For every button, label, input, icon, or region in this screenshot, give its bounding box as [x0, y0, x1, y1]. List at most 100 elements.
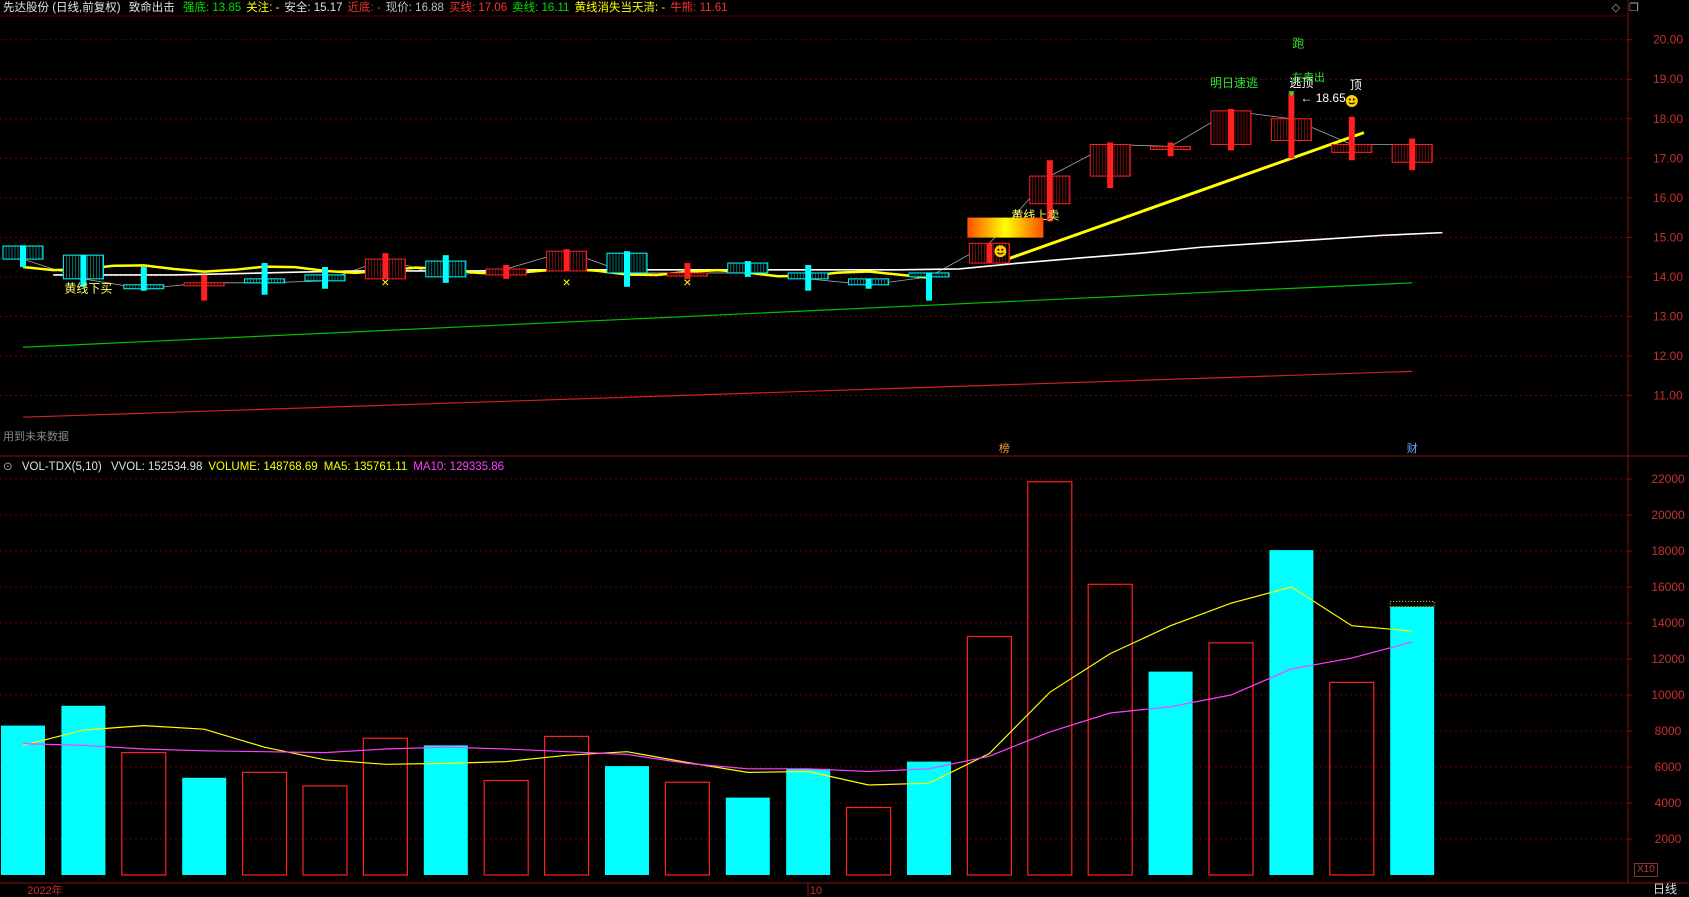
- price-and-volume-chart[interactable]: 20.00 19.00 18.00 17.00 16.00 15.00 14.00 13.00…: [0, 0, 1689, 897]
- smiley-icon: [1345, 94, 1358, 107]
- volume-panel-header: ⊙ VOL-TDX(5,10) VVOL: 152534.98 VOLUME: 1…: [3, 459, 516, 475]
- candle-body: [244, 278, 286, 284]
- candle-body: [304, 274, 346, 282]
- header-item-8: 牛熊: 11.61: [670, 2, 728, 14]
- volume-indicator-title[interactable]: VOL-TDX(5,10): [22, 461, 102, 473]
- candle-core: [624, 253, 630, 273]
- candle-core: [1167, 146, 1174, 150]
- indicator-name[interactable]: 致命出击: [129, 2, 175, 14]
- header-item-2: 安全: 15.17: [284, 2, 343, 14]
- candle-core: [926, 272, 932, 277]
- candle-body: [848, 278, 890, 286]
- cross-marker: ×: [683, 274, 691, 290]
- close-line: [22, 110, 1413, 290]
- volume-bar: [362, 737, 408, 876]
- volume-tick-label: 12000: [1651, 652, 1685, 666]
- volume-tick-label: 4000: [1655, 796, 1682, 810]
- candle-body: [425, 260, 467, 278]
- volume-bar: [61, 705, 106, 875]
- price-tick-label: 14.00: [1653, 270, 1683, 284]
- header-item-7: 黄线消失当天清: -: [574, 2, 666, 14]
- period-selector[interactable]: 日线: [1653, 880, 1677, 897]
- stock-name[interactable]: 先达股份 (日线,前复权): [3, 2, 121, 14]
- run-note: 跑: [1292, 37, 1304, 51]
- cross-marker: ×: [563, 274, 571, 290]
- volume-bar: [1329, 681, 1375, 876]
- candle-core: [322, 274, 328, 281]
- price-tick-label: 12.00: [1653, 349, 1683, 363]
- volume-ma10-line: [22, 641, 1413, 773]
- candle-body: [727, 262, 769, 274]
- candle-body: [1391, 143, 1433, 163]
- signal-block: [967, 217, 1044, 238]
- tomorrow-escape-note: 明日速逃: [1210, 76, 1258, 90]
- price-tick-label: 20.00: [1653, 33, 1683, 47]
- volume-bar: [1208, 642, 1254, 876]
- volume-bar: [786, 768, 831, 875]
- candle-core: [140, 284, 147, 289]
- zoom-badge[interactable]: X10: [1634, 863, 1658, 877]
- header-item-6: 卖线: 16.11: [512, 2, 570, 14]
- diamond-icon[interactable]: ◇: [1612, 2, 1620, 14]
- header-item-5: 买线: 17.06: [448, 2, 508, 14]
- candle-core: [805, 272, 812, 279]
- indicator-values: 强底: 13.85 关注: - 安全: 15.17 近底: - 现价: 16.88 买线:…: [183, 2, 733, 14]
- candle-body: [1089, 143, 1131, 177]
- candle-body: [1270, 118, 1312, 142]
- cross-marker: ×: [381, 274, 389, 290]
- volume-bar: [483, 779, 529, 876]
- price-tick-label: 19.00: [1653, 72, 1683, 86]
- volume-tick-label: 20000: [1651, 508, 1685, 522]
- collapse-icon[interactable]: ⊙: [3, 461, 13, 473]
- smiley-icon: [994, 245, 1007, 258]
- candle-body: [1150, 145, 1192, 150]
- candle-body: [787, 272, 829, 280]
- volume-bar: [1269, 550, 1314, 875]
- smiley-face: [994, 245, 1007, 258]
- candle-body: [2, 245, 44, 260]
- smiley-eye: [1348, 98, 1351, 101]
- volume-bar: [182, 777, 227, 875]
- candle-core: [1046, 176, 1053, 204]
- volume-tick-label: 8000: [1655, 724, 1682, 738]
- candle-body: [62, 254, 104, 280]
- candle-core: [503, 268, 510, 275]
- volume-tick-label: 2000: [1655, 832, 1682, 846]
- volume-bar: [605, 766, 649, 875]
- yellow-below-buy-note: 黄线下买: [64, 282, 112, 296]
- header-item-1: 关注: -: [246, 2, 280, 14]
- volume-tick-label: 10000: [1651, 688, 1685, 702]
- year-label: 2022年: [27, 883, 62, 897]
- price-panel-header: 先达股份 (日线,前复权) 致命出击 强底: 13.85 关注: - 安全: 15.…: [3, 0, 738, 16]
- volume-bar: [121, 751, 167, 876]
- candle-core: [986, 243, 993, 264]
- volume-bar: [1390, 606, 1435, 875]
- price-tick-label: 18.00: [1653, 112, 1683, 126]
- price-tick-label: 15.00: [1653, 230, 1683, 244]
- price-tick-label: 17.00: [1653, 151, 1683, 165]
- candle-core: [201, 282, 208, 286]
- volume-tick-label: 14000: [1651, 616, 1685, 630]
- candle-core: [1107, 144, 1114, 177]
- smiley-eye: [1352, 98, 1355, 101]
- volume-tick-label: 18000: [1651, 544, 1685, 558]
- candle-body: [546, 250, 588, 272]
- sell-left-note: 左卖出: [1292, 70, 1325, 84]
- volume-bar: [907, 761, 951, 875]
- restore-icon[interactable]: ❐: [1629, 2, 1639, 14]
- volume-header-item-0: VVOL: 152534.98: [110, 461, 203, 473]
- candle-core: [442, 261, 449, 277]
- volume-tick-label: 22000: [1651, 472, 1685, 486]
- candle-core: [563, 251, 570, 271]
- candle-core: [865, 278, 872, 285]
- volume-bar: [725, 797, 770, 875]
- price-tick-label: 13.00: [1653, 309, 1683, 323]
- volume-values: VVOL: 152534.98 VOLUME: 148768.69 MA5: 135…: [111, 461, 510, 473]
- volume-header-item-1: VOLUME: 148768.69: [208, 461, 318, 473]
- window-controls: ◇ ❐: [1606, 1, 1639, 14]
- candle-core: [261, 278, 268, 283]
- header-item-0: 强底: 13.85: [182, 2, 242, 14]
- red-bull-bear-line: [22, 370, 1413, 418]
- volume-header-item-2: MA5: 135761.11: [323, 461, 408, 473]
- volume-ma5-line: [22, 586, 1413, 786]
